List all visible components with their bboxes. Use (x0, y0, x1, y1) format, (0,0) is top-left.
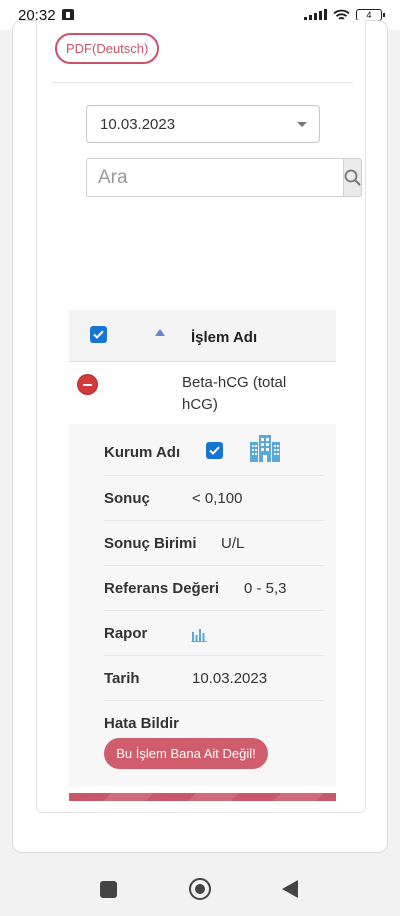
institution-checkbox[interactable] (206, 442, 223, 459)
error-report-label: Hata Bildir (104, 715, 180, 732)
search-bar (86, 158, 362, 197)
date-label: Tarih (104, 670, 140, 687)
check-icon (209, 446, 220, 455)
recents-icon[interactable] (100, 881, 117, 898)
back-icon[interactable] (282, 880, 298, 898)
battery-level: 4 (366, 9, 372, 20)
table-footer-stripe (69, 793, 336, 801)
divider (52, 82, 353, 83)
reference-label: Referans Değeri (104, 580, 220, 597)
report-label: Rapor (104, 625, 148, 642)
date-value: 10.03.2023 (192, 670, 268, 687)
search-icon (344, 169, 361, 186)
result-label: Sonuç (104, 490, 150, 507)
not-my-record-button[interactable]: Bu İşlem Bana Ait Değil! (104, 738, 268, 769)
row-islem-adi: Beta-hCG (total hCG) (182, 374, 287, 413)
bar-chart-icon[interactable] (191, 627, 207, 642)
search-input[interactable] (86, 158, 343, 197)
search-button[interactable] (343, 158, 362, 197)
reference-value: 0 - 5,3 (244, 580, 287, 597)
unit-label: Sonuç Birimi (104, 535, 197, 552)
check-icon (93, 330, 104, 339)
date-select[interactable]: 10.03.2023 (86, 105, 320, 143)
result-value: < 0,100 (192, 490, 243, 507)
building-icon[interactable] (249, 433, 281, 463)
select-all-checkbox[interactable] (90, 326, 107, 343)
home-icon[interactable] (189, 878, 211, 900)
pdf-deutsch-button[interactable]: PDF(Deutsch) (55, 33, 160, 64)
column-title-islem-adi[interactable]: İşlem Adı (191, 329, 257, 346)
sort-asc-icon[interactable] (155, 329, 165, 336)
institution-label: Kurum Adı (104, 444, 181, 461)
chevron-down-icon (297, 122, 307, 127)
unit-value: U/L (221, 535, 245, 552)
date-select-value: 10.03.2023 (100, 115, 176, 133)
collapse-row-button[interactable] (78, 375, 97, 394)
